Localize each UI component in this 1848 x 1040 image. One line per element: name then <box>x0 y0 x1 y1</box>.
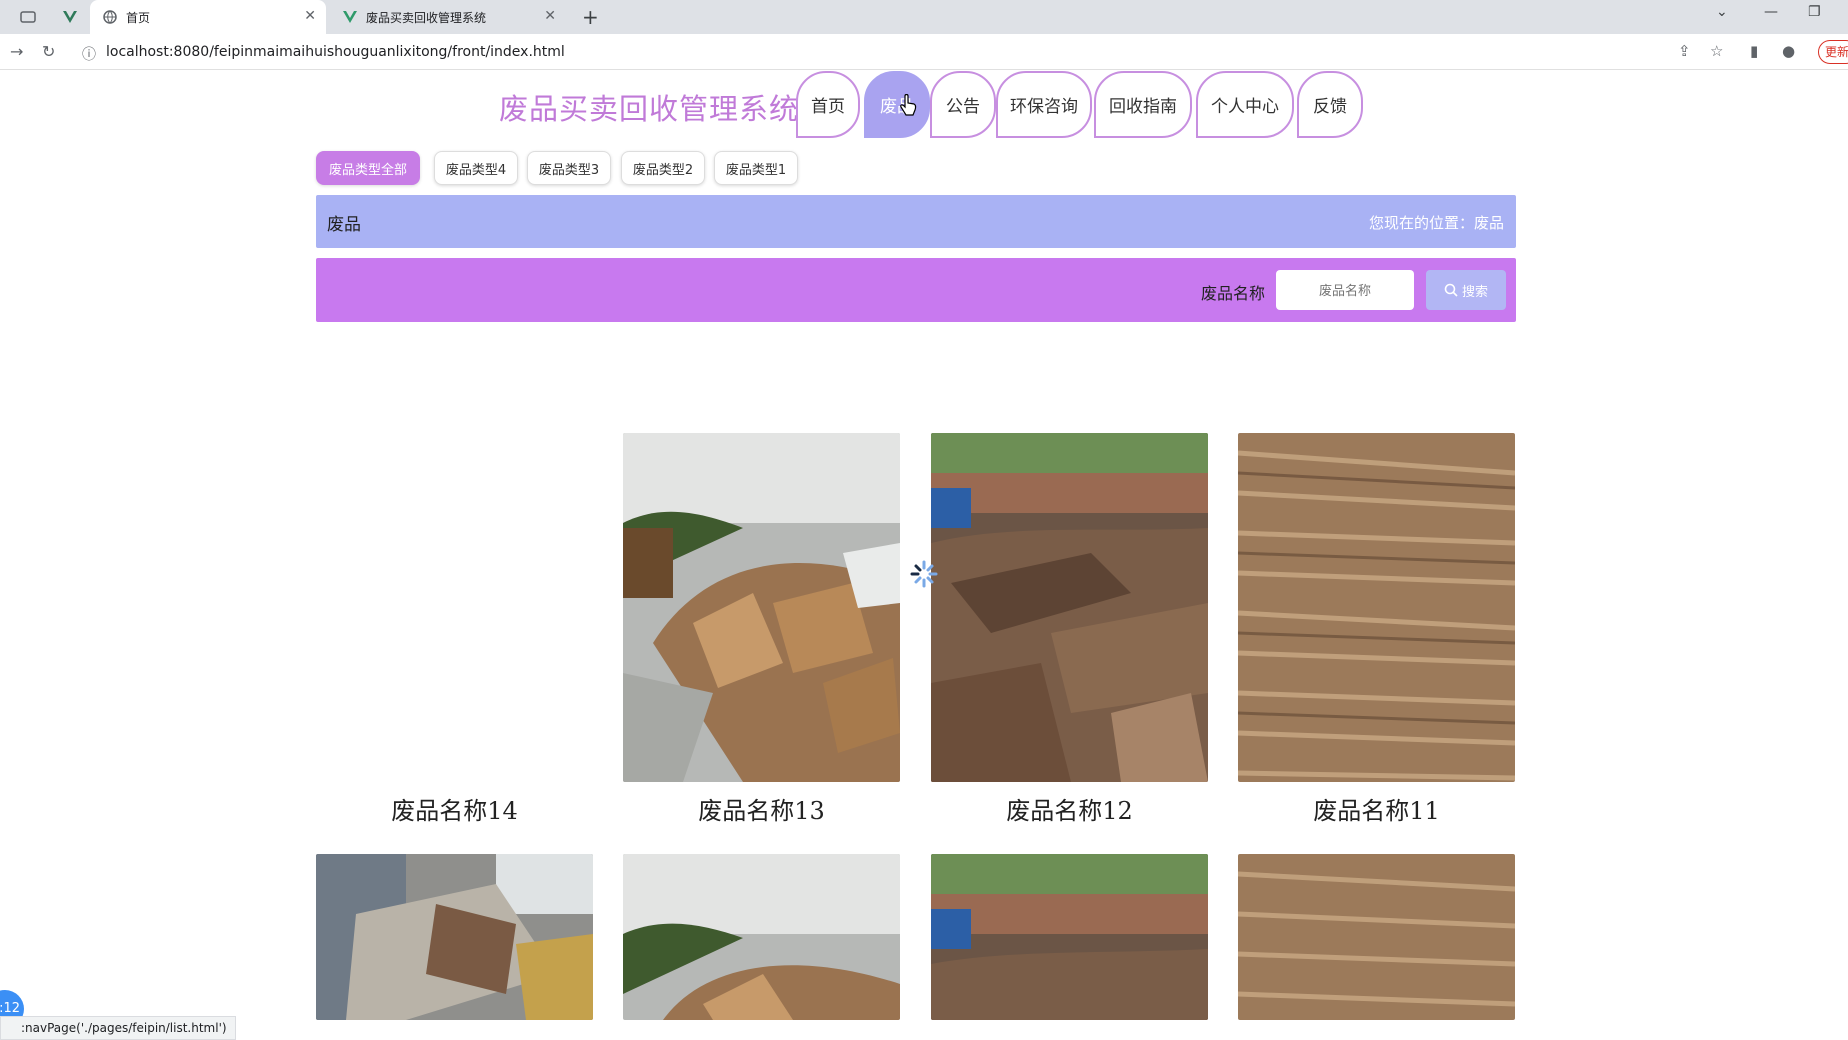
category-type4-button[interactable]: 废品类型4 <box>434 151 518 185</box>
search-input[interactable] <box>1276 270 1414 310</box>
reload-icon[interactable]: ↻ <box>42 42 55 61</box>
product-card[interactable] <box>931 854 1208 1020</box>
nav-eco-consult[interactable]: 环保咨询 <box>996 71 1092 138</box>
tab-home[interactable]: 首页 ✕ <box>90 0 326 34</box>
category-type2-button[interactable]: 废品类型2 <box>621 151 705 185</box>
breadcrumb-location: 您现在的位置：废品 <box>1368 214 1504 232</box>
product-card[interactable] <box>316 854 593 1020</box>
forward-icon[interactable]: → <box>10 42 23 61</box>
nav-waste[interactable]: 废品 <box>864 71 930 138</box>
product-image[interactable] <box>931 854 1208 1020</box>
new-tab-icon[interactable]: + <box>582 5 599 29</box>
flattened-cardboard-image <box>1238 433 1515 782</box>
nav-notice[interactable]: 公告 <box>930 71 996 138</box>
close-tab-icon[interactable]: ✕ <box>304 8 316 24</box>
cardboard-pile-image <box>623 854 900 1020</box>
share-icon[interactable]: ⇪ <box>1678 42 1691 60</box>
product-image[interactable] <box>1238 854 1515 1020</box>
scrap-metal-image <box>931 433 1208 782</box>
close-tab-icon[interactable]: ✕ <box>544 8 556 24</box>
search-label: 废品名称 <box>1201 284 1266 303</box>
tab-system[interactable]: 废品买卖回收管理系统 ✕ <box>330 0 566 34</box>
flattened-cardboard-image <box>1238 854 1515 1020</box>
product-card[interactable] <box>1238 854 1515 1020</box>
product-name[interactable]: 废品名称12 <box>931 791 1208 826</box>
product-card[interactable]: 废品名称11 <box>1238 433 1515 825</box>
url-field[interactable]: localhost:8080/feipinmaimaihuishouguanli… <box>106 44 565 60</box>
product-image[interactable] <box>316 854 593 1020</box>
globe-icon <box>102 9 118 25</box>
tab-title: 首页 <box>126 10 151 25</box>
category-all-button[interactable]: 废品类型全部 <box>316 151 420 185</box>
vue-logo-icon <box>342 9 358 25</box>
hand-cursor-icon <box>900 93 918 120</box>
product-image[interactable] <box>316 433 593 782</box>
tab-search-chevron-icon[interactable]: ⌄ <box>1716 4 1728 20</box>
nav-recycle-guide[interactable]: 回收指南 <box>1094 71 1192 138</box>
product-image[interactable] <box>623 433 900 782</box>
product-card[interactable]: 废品名称13 <box>623 433 900 825</box>
update-button[interactable]: 更新 <box>1818 40 1848 64</box>
nav-personal-center[interactable]: 个人中心 <box>1196 71 1294 138</box>
restore-icon[interactable]: ❐ <box>1808 4 1821 20</box>
product-card[interactable] <box>623 854 900 1020</box>
nav-feedback[interactable]: 反馈 <box>1297 71 1363 138</box>
search-icon <box>1444 283 1458 297</box>
category-type1-button[interactable]: 废品类型1 <box>714 151 798 185</box>
search-bar: 废品名称 搜索 <box>316 258 1516 322</box>
category-type3-button[interactable]: 废品类型3 <box>527 151 611 185</box>
tab-title: 废品买卖回收管理系统 <box>366 10 487 25</box>
site-info-icon[interactable]: ⓘ <box>82 44 96 64</box>
search-button-label: 搜索 <box>1461 284 1488 300</box>
breadcrumb: 废品 您现在的位置：废品 <box>316 195 1516 248</box>
crushed-metal-image <box>316 854 593 1020</box>
product-name[interactable]: 废品名称14 <box>316 791 593 826</box>
breadcrumb-title: 废品 <box>327 215 361 235</box>
address-bar: → ↻ ⓘ localhost:8080/feipinmaimaihuishou… <box>0 34 1848 70</box>
product-image[interactable] <box>1238 433 1515 782</box>
cardboard-pile-image <box>623 433 900 782</box>
tab-overview-icon[interactable] <box>20 9 36 25</box>
profile-icon[interactable]: ● <box>1782 42 1795 60</box>
vue-app-icon[interactable] <box>62 9 78 25</box>
search-button[interactable]: 搜索 <box>1426 270 1506 310</box>
loading-spinner-icon <box>910 560 938 588</box>
site-title: 废品买卖回收管理系统 <box>499 92 800 126</box>
product-card[interactable]: 废品名称14 <box>316 433 593 825</box>
product-image[interactable] <box>931 433 1208 782</box>
browser-tab-strip: 首页 ✕ 废品买卖回收管理系统 ✕ + ⌄ — ❐ <box>0 0 1848 34</box>
product-name[interactable]: 废品名称13 <box>623 791 900 826</box>
product-name[interactable]: 废品名称11 <box>1238 791 1515 826</box>
scrap-metal-image <box>931 854 1208 1020</box>
product-card[interactable]: 废品名称12 <box>931 433 1208 825</box>
side-panel-icon[interactable]: ▮ <box>1750 42 1758 60</box>
bookmark-star-icon[interactable]: ☆ <box>1710 42 1723 60</box>
status-url: :navPage('./pages/feipin/list.html') <box>0 1016 236 1040</box>
product-image[interactable] <box>623 854 900 1020</box>
minimize-icon[interactable]: — <box>1764 4 1778 20</box>
nav-home[interactable]: 首页 <box>796 71 860 138</box>
